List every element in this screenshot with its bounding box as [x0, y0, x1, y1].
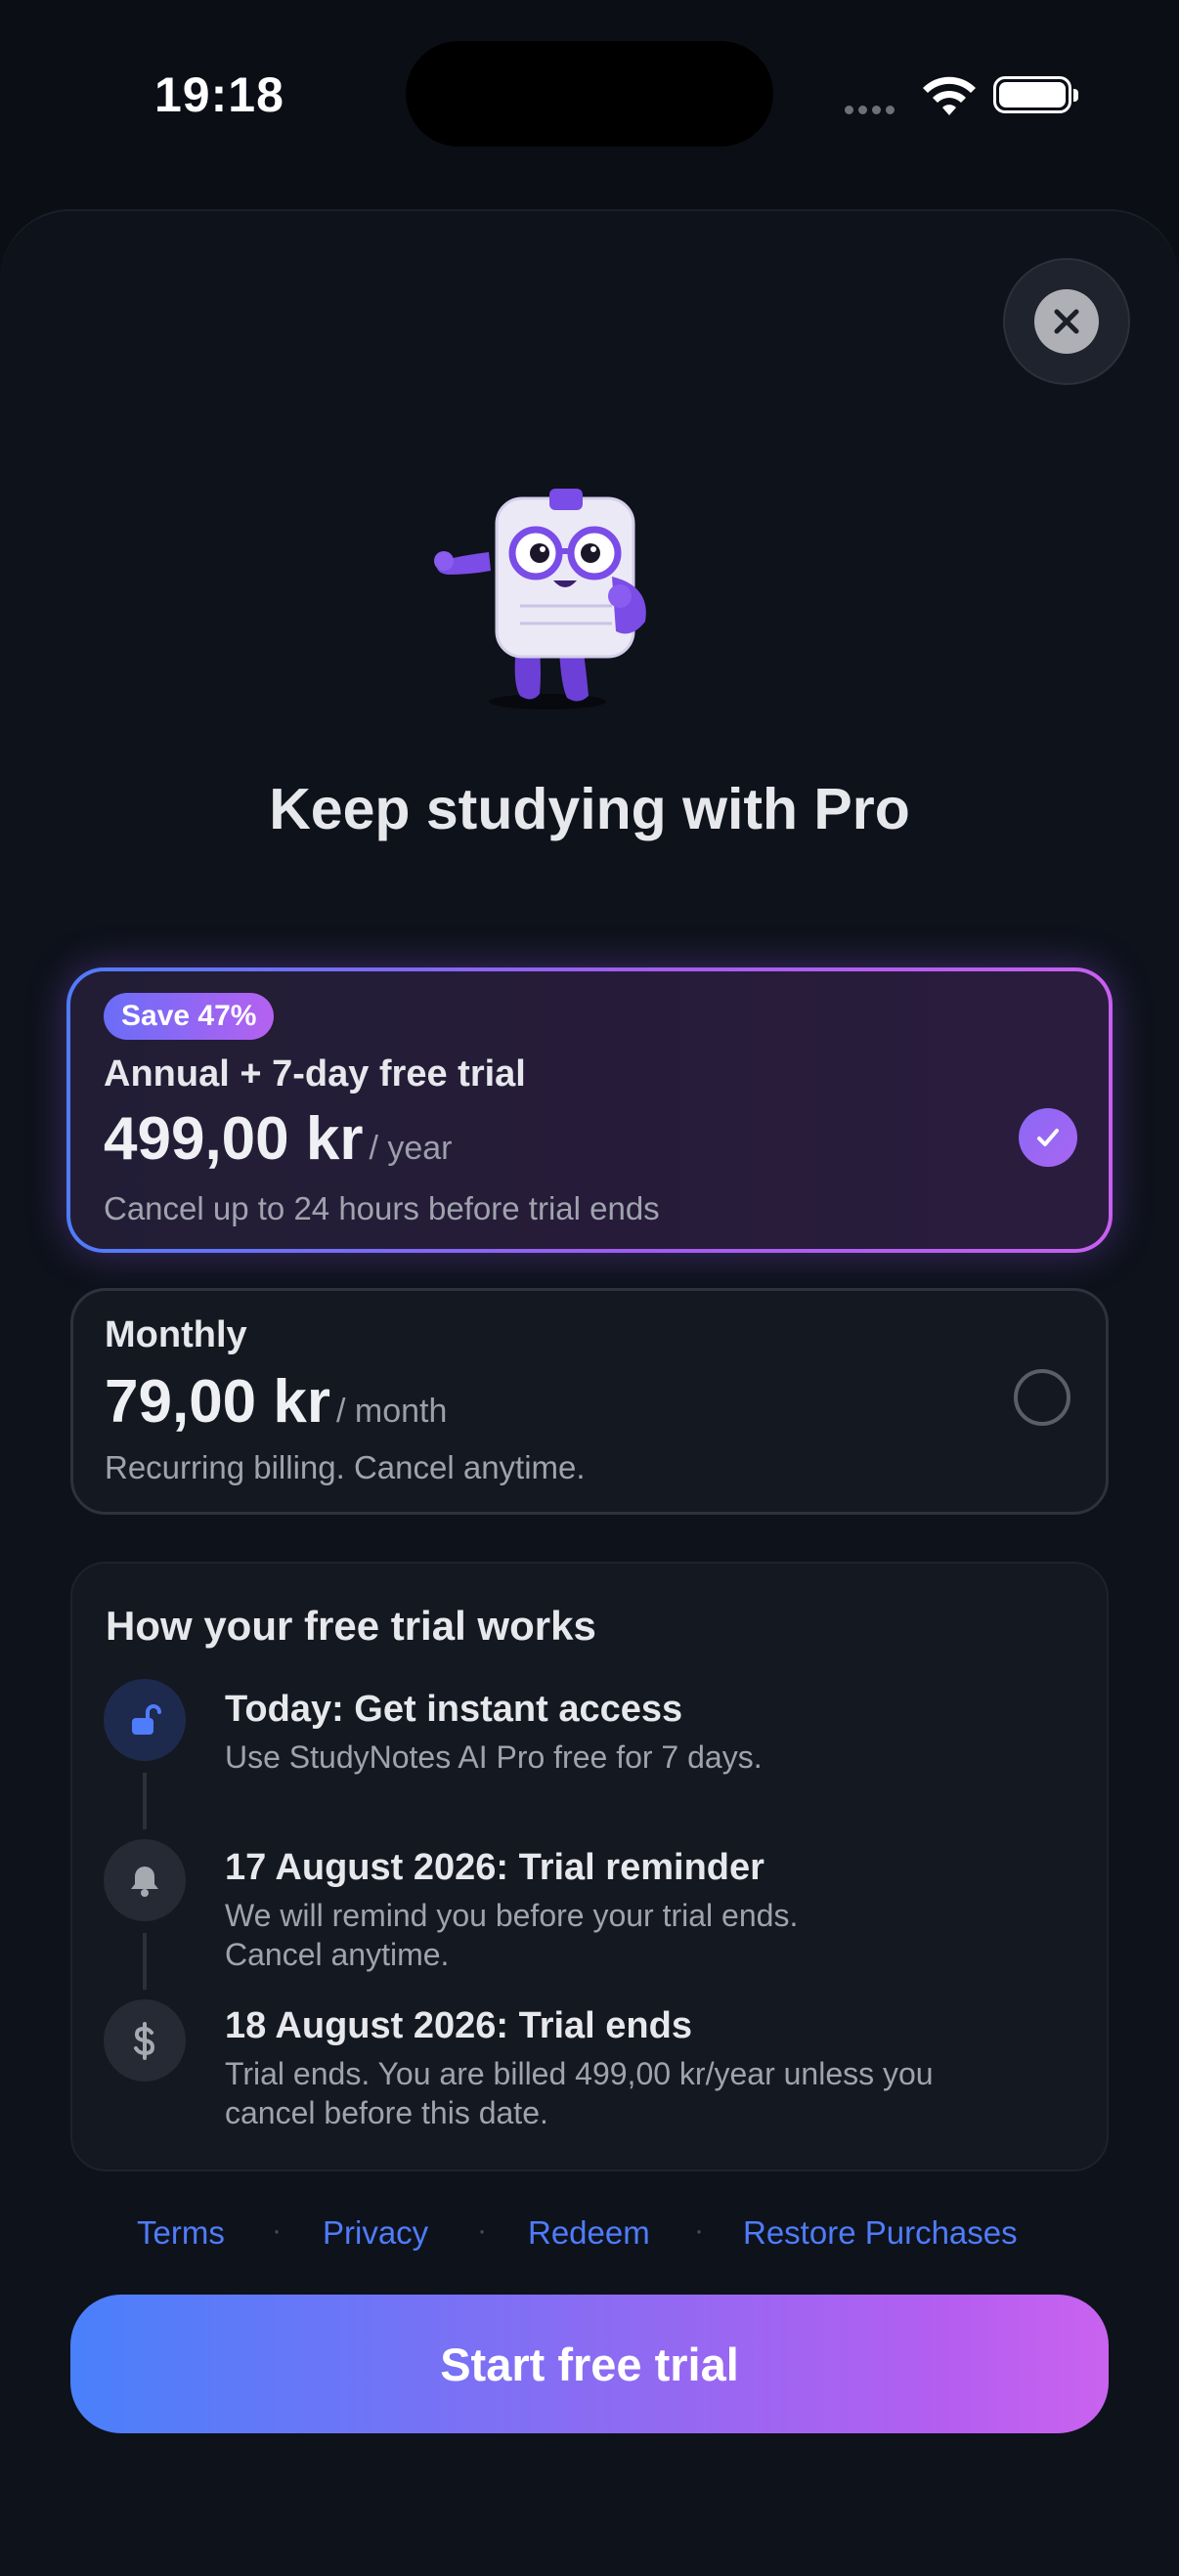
plan-annual-price: 499,00 kr / year — [104, 1105, 453, 1173]
redeem-link[interactable]: Redeem — [528, 2214, 650, 2252]
status-bar: 19:18 — [0, 0, 1179, 195]
trial-title: How your free trial works — [106, 1603, 596, 1649]
link-separator: · — [272, 2214, 282, 2247]
mascot-illustration — [434, 489, 646, 709]
bell-icon — [104, 1839, 186, 1921]
battery-icon — [993, 76, 1078, 113]
plan-monthly-name: Monthly — [105, 1314, 247, 1355]
step-title: 18 August 2026: Trial ends — [225, 2005, 692, 2046]
plan-monthly-card[interactable]: Monthly 79,00 kr / month Recurring billin… — [70, 1288, 1109, 1515]
dollar-icon — [104, 1999, 186, 2082]
wifi-icon — [923, 76, 976, 115]
step-title: 17 August 2026: Trial reminder — [225, 1847, 764, 1888]
timeline-connector — [143, 1933, 147, 1990]
link-separator: · — [694, 2214, 704, 2247]
plan-monthly-period: / month — [336, 1393, 448, 1430]
privacy-link[interactable]: Privacy — [323, 2214, 428, 2252]
link-separator: · — [477, 2214, 487, 2247]
plan-annual-card[interactable]: Save 47% Annual + 7-day free trial 499,0… — [66, 967, 1113, 1253]
save-badge: Save 47% — [104, 993, 275, 1040]
step-description: We will remind you before your trial end… — [225, 1898, 799, 1972]
timeline-connector — [143, 1773, 147, 1829]
plan-annual-note: Cancel up to 24 hours before trial ends — [104, 1190, 660, 1226]
cellular-signal-icon — [845, 102, 899, 119]
restore-purchases-link[interactable]: Restore Purchases — [743, 2214, 1018, 2252]
close-button[interactable] — [1003, 258, 1130, 385]
page-title: Keep studying with Pro — [269, 777, 910, 841]
start-free-trial-button[interactable]: Start free trial — [70, 2295, 1109, 2433]
dynamic-island — [406, 41, 773, 147]
step-description: Trial ends. You are billed 499,00 kr/yea… — [225, 2056, 934, 2130]
unlock-icon — [104, 1679, 186, 1761]
radio-unselected-icon[interactable] — [1014, 1369, 1070, 1426]
step-title: Today: Get instant access — [225, 1689, 683, 1730]
plan-annual-period: / year — [369, 1130, 453, 1167]
status-time: 19:18 — [154, 67, 284, 122]
checkmark-icon — [1019, 1108, 1077, 1167]
close-icon — [1034, 289, 1099, 354]
plan-monthly-price: 79,00 kr / month — [105, 1368, 448, 1436]
plan-monthly-note: Recurring billing. Cancel anytime. — [105, 1449, 586, 1485]
step-description: Use StudyNotes AI Pro free for 7 days. — [225, 1739, 763, 1775]
trial-timeline-card: How your free trial works Today: Get ins… — [70, 1562, 1109, 2171]
plan-annual-name: Annual + 7-day free trial — [104, 1053, 526, 1095]
terms-link[interactable]: Terms — [137, 2214, 225, 2252]
footer-links: Terms · Privacy · Redeem · Restore Purch… — [0, 2214, 1179, 2263]
